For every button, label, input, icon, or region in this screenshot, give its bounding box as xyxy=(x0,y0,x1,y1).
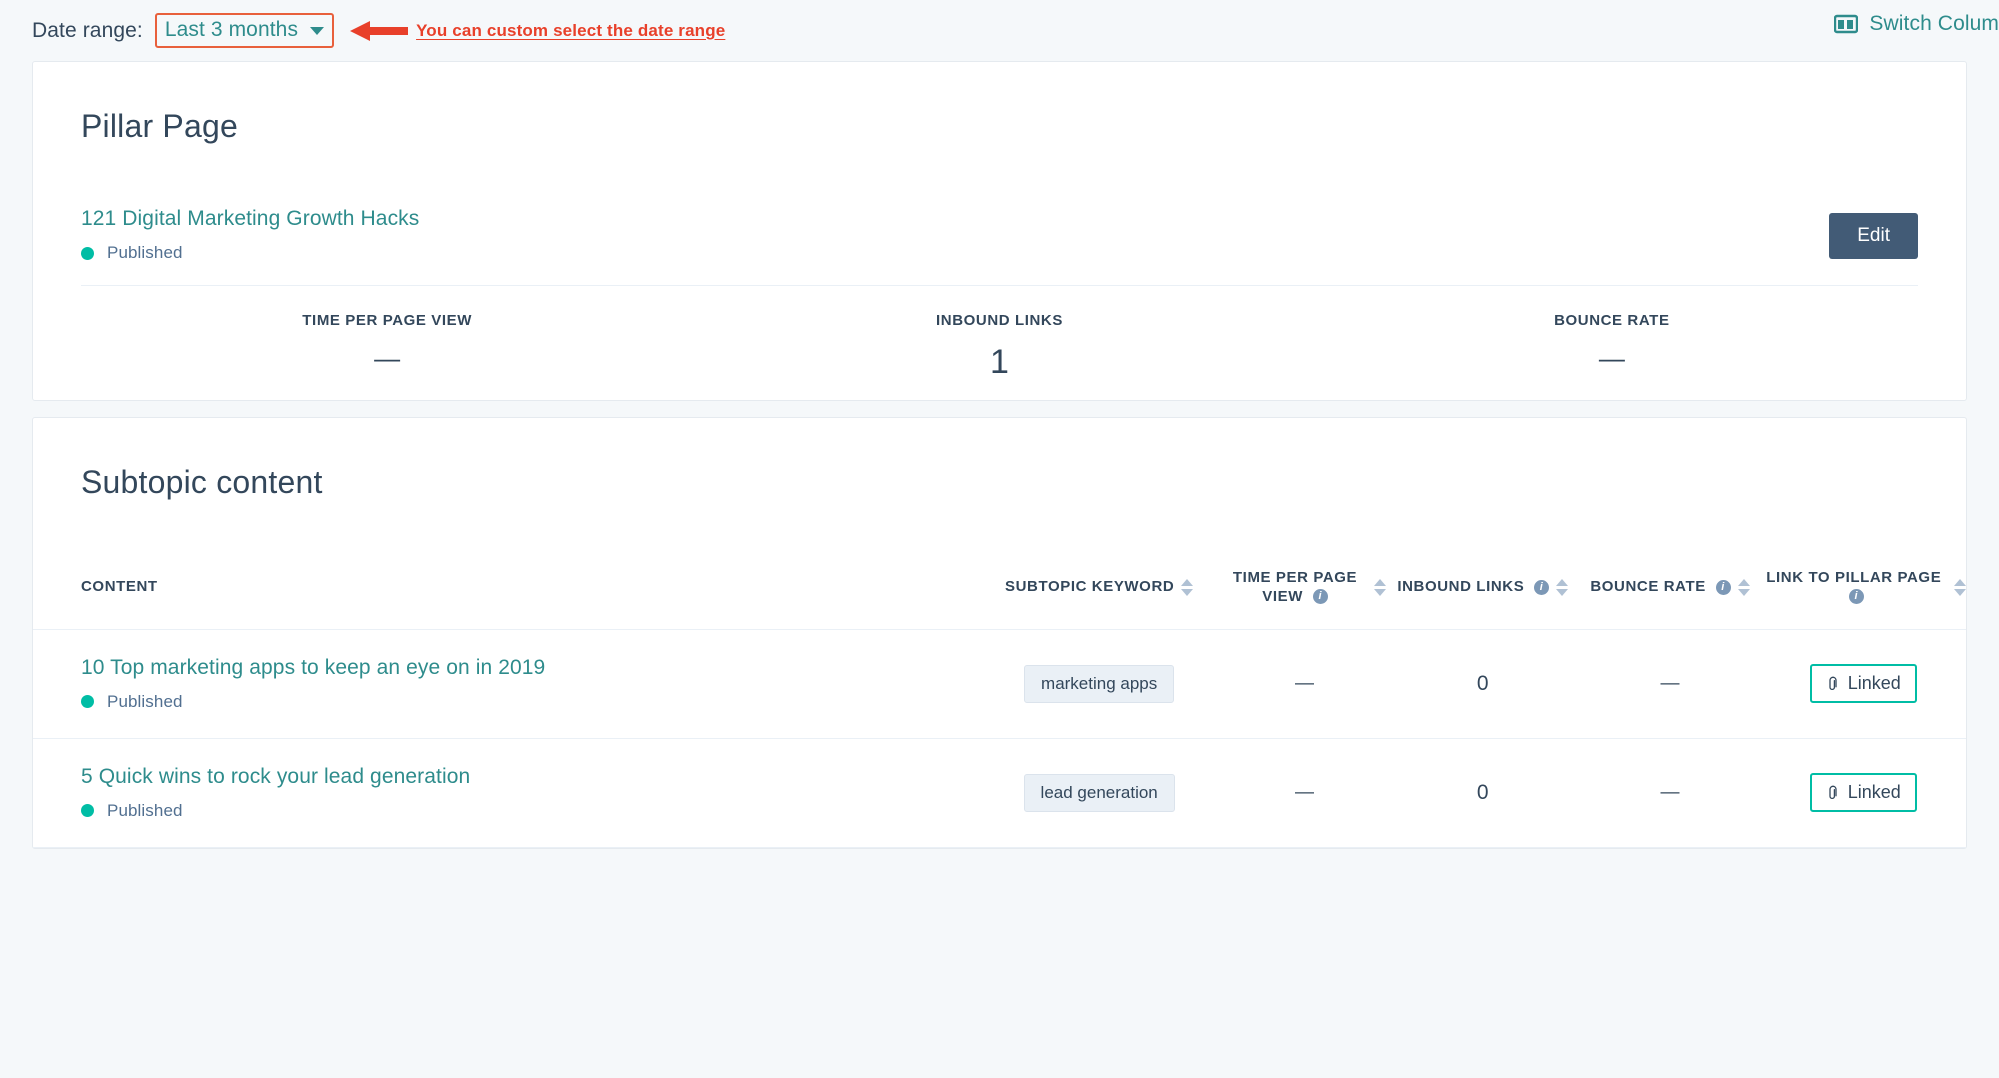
edit-button[interactable]: Edit xyxy=(1829,213,1918,259)
switch-columns-button[interactable]: Switch Colum xyxy=(1834,12,1999,36)
column-header-label: INBOUND LINKS xyxy=(1397,578,1525,596)
cell-content: 10 Top marketing apps to keep an eye on … xyxy=(33,629,976,739)
column-header-label: CONTENT xyxy=(81,578,158,596)
table-row: 10 Top marketing apps to keep an eye on … xyxy=(33,629,1966,739)
cell-inbound-links: 0 xyxy=(1386,738,1580,848)
column-header-bounce-rate[interactable]: BOUNCE RATE i xyxy=(1579,569,1761,630)
cell-bounce-rate: — xyxy=(1579,738,1761,848)
cell-bounce-rate: — xyxy=(1579,629,1761,739)
column-header-content: CONTENT xyxy=(33,569,976,630)
pillar-page-info: 121 Digital Marketing Growth Hacks Publi… xyxy=(81,207,419,263)
sort-ascending-icon xyxy=(1737,579,1750,587)
info-icon[interactable]: i xyxy=(1534,579,1550,595)
column-header-link-to-pillar-page[interactable]: LINK TO PILLAR PAGE i xyxy=(1760,569,1966,630)
info-icon[interactable]: i xyxy=(1312,589,1328,605)
link-icon xyxy=(1829,676,1837,690)
column-header-inbound-links[interactable]: INBOUND LINKS i xyxy=(1386,569,1580,630)
sort-arrows-icon[interactable] xyxy=(1954,579,1966,597)
table-header: CONTENT SUBTOPIC KEYWORD TIME PER PAGE V… xyxy=(33,569,1966,630)
linked-badge-label: Linked xyxy=(1847,782,1901,802)
table-body: 10 Top marketing apps to keep an eye on … xyxy=(33,629,1966,848)
sort-descending-icon xyxy=(1954,589,1966,597)
date-range-dropdown[interactable]: Last 3 months xyxy=(154,13,335,48)
content-status-label: Published xyxy=(107,800,183,820)
status-dot-icon xyxy=(81,246,94,260)
sort-ascending-icon xyxy=(1556,579,1569,587)
annotation-text: You can custom select the date range xyxy=(416,20,726,40)
keyword-chip[interactable]: marketing apps xyxy=(1024,664,1175,703)
status-dot-icon xyxy=(81,695,94,708)
content-status-label: Published xyxy=(107,691,183,711)
subtopic-content-heading: Subtopic content xyxy=(81,464,323,500)
metric-value: — xyxy=(1598,343,1625,373)
sort-arrows-icon[interactable] xyxy=(1374,579,1387,597)
cell-subtopic-keyword: marketing apps xyxy=(975,629,1223,739)
pillar-page-card: Pillar Page 121 Digital Marketing Growth… xyxy=(32,61,1967,401)
metric-label: BOUNCE RATE xyxy=(1554,312,1670,329)
sort-descending-icon xyxy=(1181,589,1194,597)
subtopic-content-card: Subtopic content CONTENT SUBTOPIC KEYWOR… xyxy=(32,417,1967,849)
annotation-callout: You can custom select the date range xyxy=(350,19,725,43)
table-header-row: CONTENT SUBTOPIC KEYWORD TIME PER PAGE V… xyxy=(33,569,1966,630)
content-status-badge: Published xyxy=(81,692,975,712)
cell-time-per-page-view: — xyxy=(1222,629,1387,739)
pillar-page-summary: 121 Digital Marketing Growth Hacks Publi… xyxy=(33,145,1966,263)
metric-inbound-links: INBOUND LINKS 1 xyxy=(693,312,1305,382)
metric-value: 1 xyxy=(990,343,1009,381)
cell-link-to-pillar-page: Linked xyxy=(1760,738,1966,848)
cell-subtopic-keyword: lead generation xyxy=(975,738,1223,848)
columns-icon xyxy=(1834,14,1859,34)
sort-descending-icon xyxy=(1737,589,1750,597)
metric-time-per-page-view: TIME PER PAGE VIEW — xyxy=(81,312,693,382)
column-header-label: LINK TO PILLAR PAGE xyxy=(1766,569,1942,586)
info-icon[interactable]: i xyxy=(1715,579,1731,595)
pillar-page-heading: Pillar Page xyxy=(81,108,238,144)
column-header-label: SUBTOPIC KEYWORD xyxy=(1004,578,1175,596)
sort-ascending-icon xyxy=(1954,579,1966,587)
column-header-time-per-page-view[interactable]: TIME PER PAGE VIEW i xyxy=(1222,569,1387,630)
pillar-metrics: TIME PER PAGE VIEW — INBOUND LINKS 1 BOU… xyxy=(33,286,1966,382)
metric-label: TIME PER PAGE VIEW xyxy=(302,312,473,329)
status-dot-icon xyxy=(81,804,94,817)
pillar-status-badge: Published xyxy=(81,243,419,263)
sort-descending-icon xyxy=(1556,589,1569,597)
date-range-value: Last 3 months xyxy=(164,18,299,41)
sort-arrows-icon[interactable] xyxy=(1556,579,1569,597)
column-header-label: BOUNCE RATE xyxy=(1590,578,1706,596)
table-row: 5 Quick wins to rock your lead generatio… xyxy=(33,738,1966,848)
content-status-badge: Published xyxy=(81,801,975,821)
keyword-chip[interactable]: lead generation xyxy=(1023,773,1175,812)
switch-columns-label: Switch Colum xyxy=(1869,12,1999,35)
linked-badge-label: Linked xyxy=(1847,673,1901,693)
sort-arrows-icon[interactable] xyxy=(1737,579,1750,597)
metric-label: INBOUND LINKS xyxy=(936,312,1063,329)
sort-ascending-icon xyxy=(1181,579,1194,587)
content-title-link[interactable]: 10 Top marketing apps to keep an eye on … xyxy=(81,656,975,680)
linked-badge[interactable]: Linked xyxy=(1809,773,1917,812)
content-title-link[interactable]: 5 Quick wins to rock your lead generatio… xyxy=(81,765,975,789)
column-header-subtopic-keyword[interactable]: SUBTOPIC KEYWORD xyxy=(975,569,1223,630)
pillar-page-link[interactable]: 121 Digital Marketing Growth Hacks xyxy=(81,207,419,231)
cell-content: 5 Quick wins to rock your lead generatio… xyxy=(33,738,976,848)
cell-time-per-page-view: — xyxy=(1222,738,1387,848)
linked-badge[interactable]: Linked xyxy=(1809,664,1917,703)
sort-descending-icon xyxy=(1374,589,1387,597)
column-header-label: TIME PER PAGE VIEW xyxy=(1232,569,1358,605)
link-icon xyxy=(1829,785,1837,799)
sort-ascending-icon xyxy=(1374,579,1387,587)
chevron-down-icon xyxy=(310,27,325,35)
cell-link-to-pillar-page: Linked xyxy=(1760,629,1966,739)
metric-bounce-rate: BOUNCE RATE — xyxy=(1306,312,1918,382)
sort-arrows-icon[interactable] xyxy=(1181,579,1194,597)
info-icon[interactable]: i xyxy=(1848,589,1864,605)
arrow-left-icon xyxy=(350,20,409,41)
toolbar: Date range: Last 3 months You can custom… xyxy=(0,0,1999,61)
subtopic-content-table: CONTENT SUBTOPIC KEYWORD TIME PER PAGE V… xyxy=(33,569,1966,848)
date-range-label: Date range: xyxy=(32,18,143,42)
metric-value: — xyxy=(374,343,401,373)
pillar-status-label: Published xyxy=(107,243,183,262)
cell-inbound-links: 0 xyxy=(1386,629,1580,739)
